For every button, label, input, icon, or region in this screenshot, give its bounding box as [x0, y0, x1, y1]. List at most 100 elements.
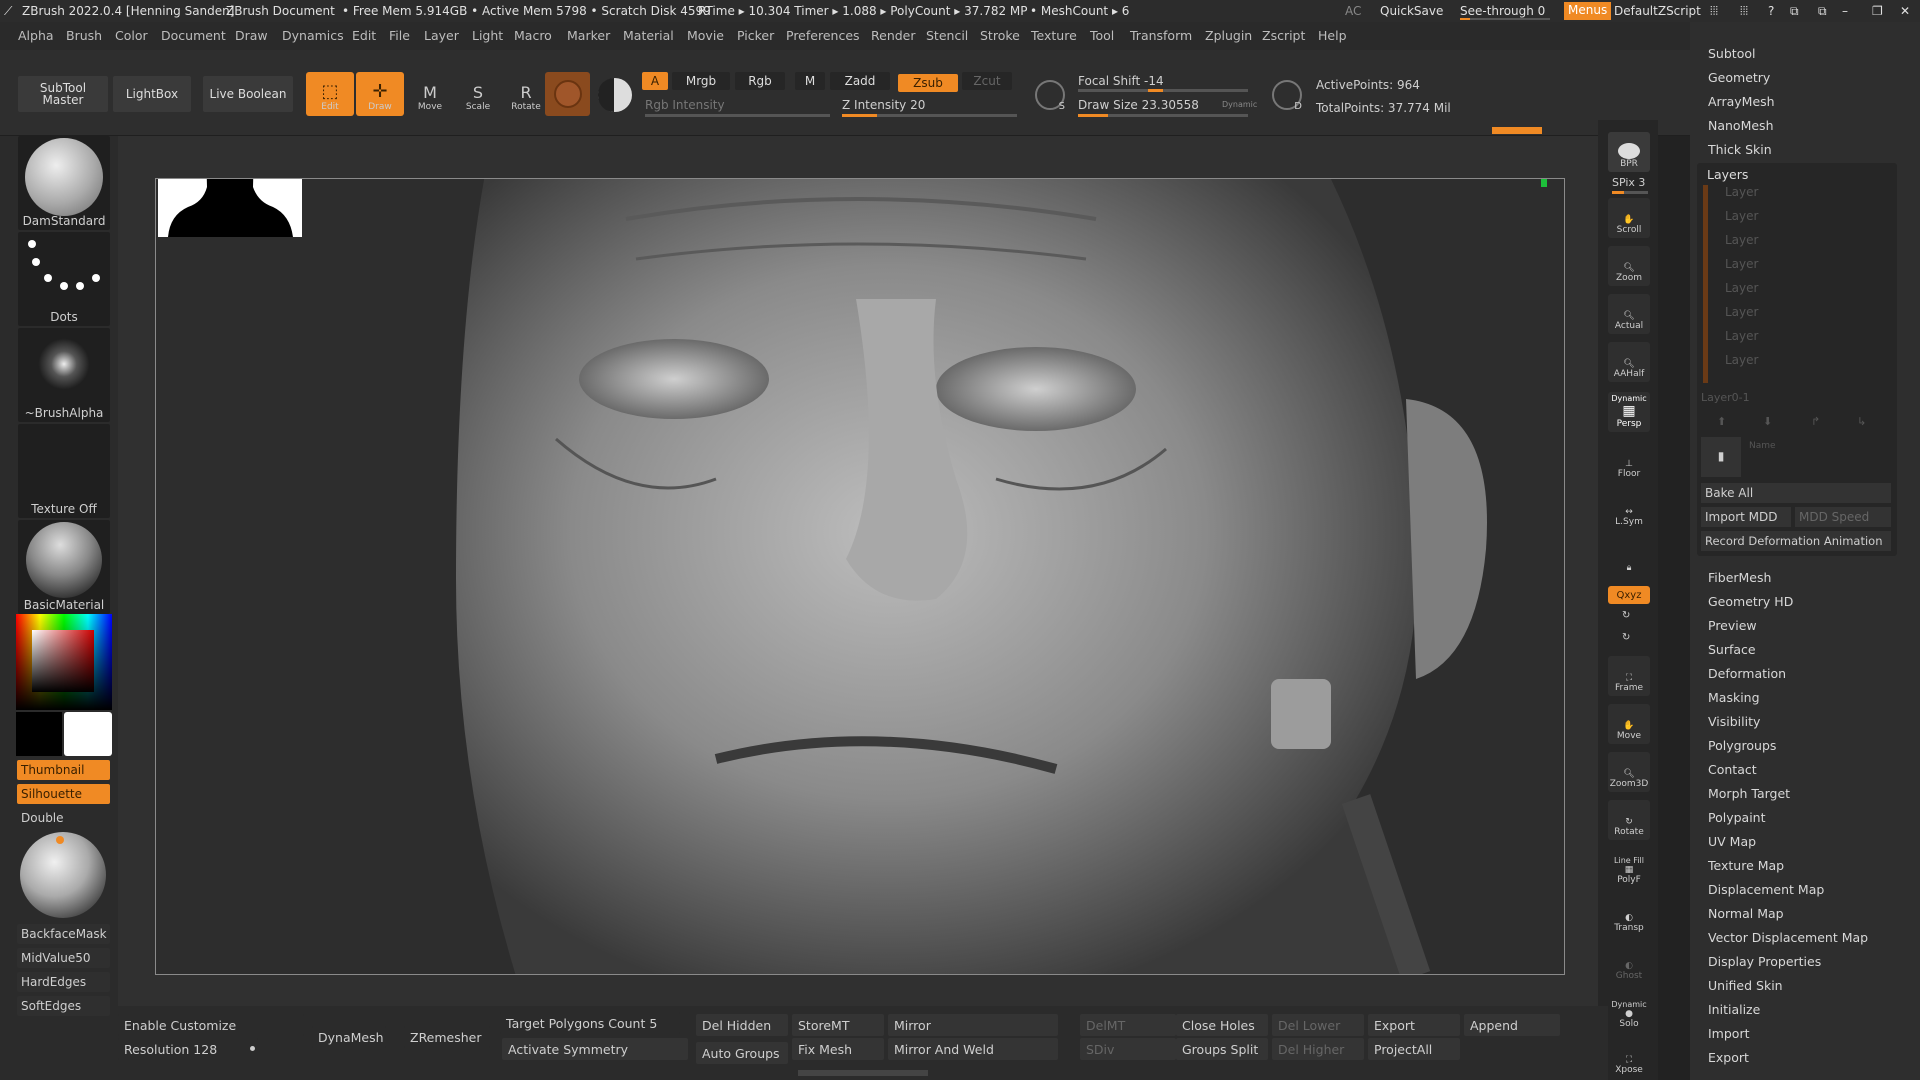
masking-menu[interactable]: Masking [1708, 690, 1760, 705]
record-deformation-button[interactable]: Record Deformation Animation [1701, 531, 1891, 551]
menu-file[interactable]: File [389, 28, 410, 43]
zoom-button[interactable]: 🔍︎ Zoom [1608, 246, 1650, 286]
rotate-view-button[interactable]: ↻ Rotate [1608, 800, 1650, 840]
ac-label[interactable]: AC [1345, 4, 1361, 18]
secondary-color-swatch[interactable] [64, 712, 112, 756]
default-zscript-button[interactable]: DefaultZScript [1614, 4, 1701, 18]
window-icon[interactable]: ⧉ [1818, 4, 1827, 19]
del-higher-button[interactable]: Del Higher [1272, 1038, 1364, 1060]
menu-document[interactable]: Document [161, 28, 226, 43]
layer-item[interactable]: Layer [1725, 329, 1758, 343]
down-arrow-icon[interactable]: ⬇ [1763, 415, 1772, 428]
help-icon[interactable]: ? [1768, 4, 1774, 18]
subtool-master-button[interactable]: SubTool Master [18, 76, 108, 112]
redirect-icon[interactable]: ↳ [1857, 415, 1866, 428]
layer-item[interactable]: Layer [1725, 353, 1758, 367]
subtool-menu[interactable]: Subtool [1708, 46, 1755, 61]
color-picker-square[interactable] [32, 630, 94, 692]
document-canvas[interactable] [155, 178, 1565, 975]
close-icon[interactable]: ✕ [1900, 4, 1910, 18]
layout-icon[interactable]: ⦙⦙⦙ [1710, 4, 1718, 19]
layout-icon[interactable]: ⦙⦙⦙ [1740, 4, 1748, 19]
zsub-button[interactable]: Zsub [898, 74, 958, 92]
visibility-menu[interactable]: Visibility [1708, 714, 1760, 729]
ghost-button[interactable]: ◐ Ghost [1608, 944, 1650, 984]
live-boolean-button[interactable]: Live Boolean [203, 76, 293, 112]
target-polygons-slider[interactable]: Target Polygons Count 5 [500, 1012, 680, 1034]
persp-button[interactable]: Dynamic ▦ Persp [1608, 392, 1650, 432]
enable-customize-button[interactable]: Enable Customize [118, 1014, 304, 1036]
s-sculptris-icon[interactable]: S [1035, 80, 1065, 112]
display-properties-menu[interactable]: Display Properties [1708, 954, 1821, 969]
material-swatch-button[interactable] [545, 72, 590, 116]
unified-skin-menu[interactable]: Unified Skin [1708, 978, 1783, 993]
menus-button[interactable]: Menus [1564, 2, 1612, 20]
see-through-slider[interactable]: See-through 0 [1460, 4, 1545, 18]
redirect-icon[interactable]: ↱ [1811, 415, 1820, 428]
fix-mesh-button[interactable]: Fix Mesh [792, 1038, 884, 1060]
menu-material[interactable]: Material [623, 28, 674, 43]
layer0-1-slider[interactable]: Layer0-1 [1701, 391, 1750, 404]
mdd-speed-slider[interactable]: MDD Speed [1795, 507, 1891, 527]
menu-edit[interactable]: Edit [352, 28, 376, 43]
rgb-intensity-slider[interactable] [645, 114, 830, 117]
dynamic-toggle[interactable]: Dynamic [1222, 100, 1257, 109]
layer-item[interactable]: Layer [1725, 185, 1758, 199]
layer-item[interactable]: Layer [1725, 257, 1758, 271]
fibermesh-menu[interactable]: FiberMesh [1708, 570, 1771, 585]
polygroups-menu[interactable]: Polygroups [1708, 738, 1776, 753]
a-button[interactable]: A [642, 72, 668, 90]
midvalue-slider[interactable]: MidValue50 [17, 948, 110, 968]
menu-texture[interactable]: Texture [1031, 28, 1077, 43]
move-view-button[interactable]: ✋ Move [1608, 704, 1650, 744]
light-position-dot[interactable] [56, 836, 64, 844]
color-picker[interactable] [16, 614, 112, 710]
rotate-z-icon[interactable]: ↻ [1622, 632, 1630, 643]
preview-menu[interactable]: Preview [1708, 618, 1757, 633]
draw-size-slider[interactable] [1078, 114, 1248, 117]
menu-zplugin[interactable]: Zplugin [1205, 28, 1252, 43]
layers-scrollbar[interactable] [1703, 185, 1708, 383]
layer-name-button[interactable]: Name [1749, 441, 1776, 451]
delmt-button[interactable]: DelMT [1080, 1014, 1176, 1036]
uv-map-menu[interactable]: UV Map [1708, 834, 1756, 849]
xpose-button[interactable]: ⛶ Xpose [1608, 1038, 1650, 1078]
menu-macro[interactable]: Macro [514, 28, 552, 43]
menu-layer[interactable]: Layer [424, 28, 459, 43]
silhouette-toggle[interactable]: Silhouette [17, 784, 110, 804]
geometry-menu[interactable]: Geometry [1708, 70, 1770, 85]
import-menu[interactable]: Import [1708, 1026, 1750, 1041]
draw-button[interactable]: ✛ Draw [356, 72, 404, 116]
zremesher-button[interactable]: ZRemesher [404, 1026, 490, 1048]
layer-item[interactable]: Layer [1725, 281, 1758, 295]
activate-symmetry-button[interactable]: Activate Symmetry [502, 1038, 688, 1060]
zcut-button[interactable]: Zcut [962, 72, 1012, 90]
menu-stencil[interactable]: Stencil [926, 28, 968, 43]
menu-zscript[interactable]: Zscript [1262, 28, 1305, 43]
main-color-swatch[interactable] [16, 712, 62, 756]
sdiv-slider[interactable]: SDiv [1080, 1038, 1176, 1060]
scroll-button[interactable]: ✋ Scroll [1608, 198, 1650, 238]
alpha-thumbnail[interactable]: ~BrushAlpha [18, 328, 110, 422]
normal-map-menu[interactable]: Normal Map [1708, 906, 1784, 921]
texture-map-menu[interactable]: Texture Map [1708, 858, 1784, 873]
menu-stroke[interactable]: Stroke [980, 28, 1020, 43]
rgb-button[interactable]: Rgb [735, 72, 785, 90]
edit-button[interactable]: ⬚ Edit [306, 72, 354, 116]
arraymesh-menu[interactable]: ArrayMesh [1708, 94, 1775, 109]
lightbox-button[interactable]: LightBox [113, 76, 191, 112]
menu-draw[interactable]: Draw [235, 28, 268, 43]
initialize-menu[interactable]: Initialize [1708, 1002, 1760, 1017]
export-menu[interactable]: Export [1708, 1050, 1749, 1065]
scale-button[interactable]: S Scale [454, 72, 502, 116]
export-button[interactable]: Export [1368, 1014, 1460, 1036]
menu-dynamics[interactable]: Dynamics [282, 28, 344, 43]
groups-split-button[interactable]: Groups Split [1176, 1038, 1268, 1060]
displacement-map-menu[interactable]: Displacement Map [1708, 882, 1824, 897]
xyz-button[interactable]: Qxyz [1608, 586, 1650, 604]
brush-thumbnail[interactable]: DamStandard [18, 136, 110, 230]
menu-picker[interactable]: Picker [737, 28, 774, 43]
transp-button[interactable]: ◐ Transp [1608, 896, 1650, 936]
frame-button[interactable]: ⛶ Frame [1608, 656, 1650, 696]
lsym-button[interactable]: ↔ L.Sym [1608, 490, 1650, 530]
